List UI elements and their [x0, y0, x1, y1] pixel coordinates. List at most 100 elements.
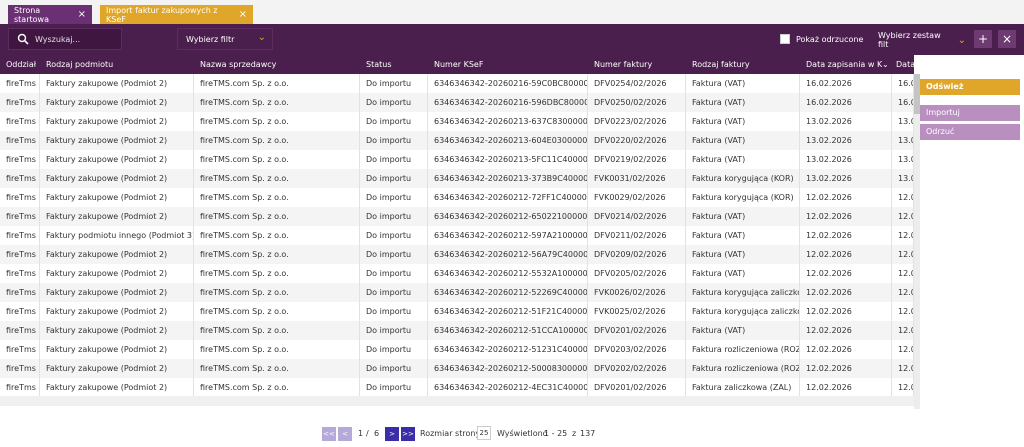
table-row[interactable]: fireTms Faktury zakupowe (Podmiot 2) fireT… — [0, 131, 914, 150]
next-page-button[interactable]: > — [385, 427, 399, 441]
invoice-type-cell: Faktura (VAT) — [686, 264, 800, 283]
ksef-number-cell: 6346346342-20260213-373B9C400000-83 — [428, 169, 588, 188]
search-input[interactable]: Wyszukaj... — [8, 28, 122, 50]
chevron-down-icon: ⌄ — [257, 32, 266, 43]
close-icon[interactable]: × — [78, 9, 86, 20]
table-row[interactable]: fireTms Faktury zakupowe (Podmiot 2) fireT… — [0, 150, 914, 169]
prev-page-button[interactable]: < — [338, 427, 352, 441]
shown-label: Wyświetlono — [497, 429, 548, 438]
save-date-cell: 12.02.2026 — [800, 321, 892, 340]
first-page-button[interactable]: << — [322, 427, 336, 441]
invoice-type-cell: Faktura (VAT) — [686, 131, 800, 150]
tab-label: Import faktur zakupowych z KSeF — [106, 5, 218, 24]
seller-name-cell: fireTMS.com Sp. z o.o. — [194, 378, 360, 397]
invoice-number-cell: DFV0209/02/2026 — [588, 245, 686, 264]
add-filterset-button[interactable]: + — [974, 30, 992, 48]
refresh-button[interactable]: Odśwież — [920, 79, 1020, 95]
tab-home[interactable]: Strona startowa × — [8, 5, 92, 24]
branch-cell: fireTms — [0, 150, 40, 169]
date-cell: 13.02 — [892, 112, 914, 131]
show-rejected-checkbox[interactable] — [780, 34, 790, 44]
ksef-number-cell: 6346346342-20260212-650221000000-DB — [428, 207, 588, 226]
chevron-down-icon[interactable]: ⌄ — [882, 55, 892, 74]
table-row[interactable]: fireTms Faktury zakupowe (Podmiot 2) fireT… — [0, 340, 914, 359]
entity-type-cell: Faktury zakupowe (Podmiot 2) — [40, 150, 194, 169]
entity-type-cell: Faktury zakupowe (Podmiot 2) — [40, 283, 194, 302]
column-header[interactable]: Nazwa sprzedawcy — [194, 55, 360, 74]
seller-name-cell: fireTMS.com Sp. z o.o. — [194, 93, 360, 112]
date-cell: 12.02 — [892, 302, 914, 321]
table-row[interactable]: fireTms Faktury zakupowe (Podmiot 2) fireT… — [0, 359, 914, 378]
column-header[interactable]: Oddział — [0, 55, 40, 74]
table-row[interactable]: fireTms Faktury zakupowe (Podmiot 2) fireT… — [0, 264, 914, 283]
status-cell: Do importu — [360, 378, 428, 397]
table-row[interactable]: fireTms Faktury zakupowe (Podmiot 2) fireT… — [0, 302, 914, 321]
close-icon[interactable]: × — [239, 9, 247, 20]
table-row[interactable]: fireTms Faktury zakupowe (Podmiot 2) fireT… — [0, 93, 914, 112]
save-date-cell: 12.02.2026 — [800, 378, 892, 397]
column-header[interactable]: Numer faktury — [588, 55, 686, 74]
status-cell: Do importu — [360, 264, 428, 283]
invoice-type-cell: Faktura (VAT) — [686, 245, 800, 264]
date-cell: 12.02 — [892, 378, 914, 397]
date-cell: 12.02 — [892, 226, 914, 245]
column-header[interactable]: Rodzaj podmiotu — [40, 55, 194, 74]
entity-type-cell: Faktury zakupowe (Podmiot 2) — [40, 302, 194, 321]
column-header[interactable]: Data ... — [892, 55, 914, 74]
pagination: << < 1 / 6 > >> Rozmiar strony: 25 Wyświ… — [0, 420, 1024, 441]
date-cell: 12.02 — [892, 340, 914, 359]
table-row[interactable]: fireTms Faktury zakupowe (Podmiot 2) fireT… — [0, 188, 914, 207]
entity-type-cell: Faktury zakupowe (Podmiot 2) — [40, 245, 194, 264]
table-row[interactable]: fireTms Faktury zakupowe (Podmiot 2) fireT… — [0, 378, 914, 397]
table-row[interactable]: fireTms Faktury zakupowe (Podmiot 2) fireT… — [0, 169, 914, 188]
entity-type-cell: Faktury zakupowe (Podmiot 2) — [40, 207, 194, 226]
invoice-number-cell: DFV0214/02/2026 — [588, 207, 686, 226]
close-icon: × — [1001, 32, 1013, 46]
horizontal-scrollbar[interactable] — [0, 396, 914, 406]
table-row[interactable]: fireTms Faktury zakupowe (Podmiot 2) fireT… — [0, 74, 914, 93]
ksef-number-cell: 6346346342-20260212-51F21C400000-DF — [428, 302, 588, 321]
import-button[interactable]: Importuj — [920, 105, 1020, 121]
save-date-cell: 13.02.2026 — [800, 169, 892, 188]
invoice-number-cell: FVK0026/02/2026 — [588, 283, 686, 302]
filter-select[interactable]: Wybierz filtr ⌄ — [177, 28, 273, 50]
page-size-input[interactable]: 25 — [477, 426, 491, 440]
entity-type-cell: Faktury zakupowe (Podmiot 2) — [40, 321, 194, 340]
filterset-select[interactable]: Wybierz zestaw filt ⌄ — [874, 30, 966, 50]
clear-filterset-button[interactable]: × — [998, 30, 1016, 48]
reject-button[interactable]: Odrzuć — [920, 124, 1020, 140]
seller-name-cell: fireTMS.com Sp. z o.o. — [194, 169, 360, 188]
table-row[interactable]: fireTms Faktury zakupowe (Podmiot 2) fireT… — [0, 245, 914, 264]
ksef-number-cell: 6346346342-20260212-51CCA1000000-54 — [428, 321, 588, 340]
table-header: Oddział Rodzaj podmiotu Nazwa sprzedawcy… — [0, 55, 914, 74]
save-date-cell: 16.02.2026 — [800, 74, 892, 93]
show-rejected-toggle[interactable]: Pokaż odrzucone — [780, 34, 863, 44]
entity-type-cell: Faktury zakupowe (Podmiot 2) — [40, 169, 194, 188]
table-row[interactable]: fireTms Faktury zakupowe (Podmiot 2) fireT… — [0, 112, 914, 131]
tab-ksef-import[interactable]: Import faktur zakupowych z KSeF × — [100, 5, 253, 24]
shown-range: 1 - 25 — [544, 429, 568, 438]
save-date-cell: 12.02.2026 — [800, 245, 892, 264]
invoice-type-cell: Faktura (VAT) — [686, 150, 800, 169]
column-header[interactable]: Rodzaj faktury — [686, 55, 800, 74]
status-cell: Do importu — [360, 302, 428, 321]
column-header[interactable]: Data zapisania w KSe — [800, 55, 882, 74]
page-size-label: Rozmiar strony: — [420, 429, 483, 438]
last-page-button[interactable]: >> — [401, 427, 415, 441]
entity-type-cell: Faktury zakupowe (Podmiot 2) — [40, 131, 194, 150]
ksef-number-cell: 6346346342-20260213-637C83000000-23 — [428, 112, 588, 131]
invoice-number-cell: DFV0201/02/2026 — [588, 321, 686, 340]
table-row[interactable]: fireTms Faktury zakupowe (Podmiot 2) fireT… — [0, 207, 914, 226]
invoice-number-cell: DFV0202/02/2026 — [588, 359, 686, 378]
date-cell: 16.02 — [892, 74, 914, 93]
column-header[interactable]: Numer KSeF — [428, 55, 588, 74]
table-row[interactable]: fireTms Faktury zakupowe (Podmiot 2) fireT… — [0, 321, 914, 340]
entity-type-cell: Faktury zakupowe (Podmiot 2) — [40, 93, 194, 112]
invoice-number-cell: DFV0250/02/2026 — [588, 93, 686, 112]
table-row[interactable]: fireTms Faktury zakupowe (Podmiot 2) fireT… — [0, 283, 914, 302]
column-header[interactable]: Status — [360, 55, 428, 74]
ksef-number-cell: 6346346342-20260212-72FF1C400000-35 — [428, 188, 588, 207]
current-page: 1 — [358, 429, 364, 438]
table-row[interactable]: fireTms Faktury podmiotu innego (Podmiot … — [0, 226, 914, 245]
seller-name-cell: fireTMS.com Sp. z o.o. — [194, 226, 360, 245]
